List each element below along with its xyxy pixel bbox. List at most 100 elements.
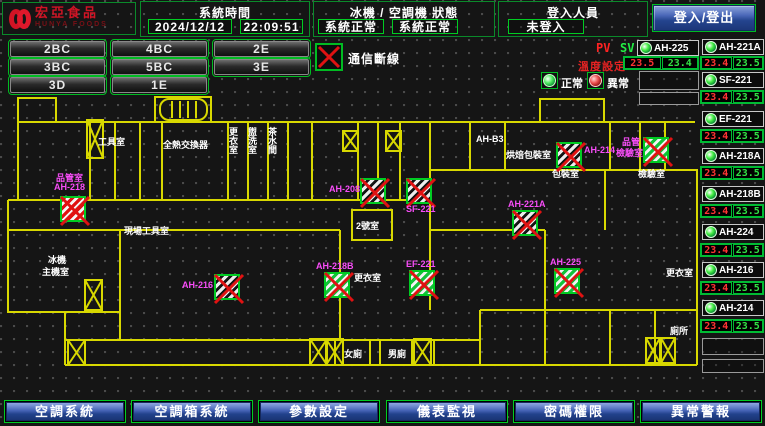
comm-loss-x-icon <box>510 208 544 242</box>
unit-name: AH-218A <box>719 151 761 162</box>
unit-button-sf221[interactable]: SF-221 <box>702 72 764 88</box>
ahu-status-value: 系統正常 <box>392 19 458 34</box>
unit-name: AH-214 <box>719 303 753 314</box>
room-label: 男廁 <box>388 348 406 359</box>
zone-button-2bc[interactable]: 2BC <box>10 41 105 57</box>
comm-loss-x-icon <box>554 140 588 174</box>
red-lamp-icon <box>589 74 602 87</box>
unit-name: AH-216 <box>719 265 753 276</box>
empty-slot <box>702 338 764 355</box>
unit-values-ah218b: 23.423.5 <box>700 204 764 218</box>
equipment-marker-ah208[interactable] <box>360 178 386 204</box>
pv-value: 23.4 <box>701 167 732 179</box>
unit-button-ah218a[interactable]: AH-218A <box>702 148 764 164</box>
room-label: 茶水間 <box>267 126 278 155</box>
marker-label: SF-221 <box>406 204 436 214</box>
sv-value: 23.4 <box>662 57 699 69</box>
pv-value: 23.5 <box>624 57 661 69</box>
pv-value: 23.4 <box>701 282 732 294</box>
nav-button-label: 參數設定 <box>260 402 378 421</box>
marker-label: AH-218B <box>316 261 354 271</box>
unit-values-ef221: 23.423.5 <box>700 129 764 143</box>
unit-button-ef221[interactable]: EF-221 <box>702 111 764 127</box>
unit-values-ah218a: 23.423.5 <box>700 166 764 180</box>
empty-slot <box>702 359 764 373</box>
equipment-marker-sf221[interactable] <box>406 178 432 204</box>
sv-value: 23.5 <box>733 130 764 142</box>
zone-button-1e[interactable]: 1E <box>112 77 207 93</box>
pv-value: 23.4 <box>701 205 732 217</box>
zone-button-2e[interactable]: 2E <box>214 41 309 57</box>
unit-values-ah216: 23.423.5 <box>700 281 764 295</box>
sv-value: 23.5 <box>733 244 764 256</box>
empty-slot <box>639 71 699 90</box>
room-label: 更衣室 <box>354 272 381 283</box>
pv-header: PV <box>596 41 610 55</box>
pv-value: 23.4 <box>701 244 732 256</box>
unit-button-ah224[interactable]: AH-224 <box>702 224 764 240</box>
nav-button-ahu-system[interactable]: 空調箱系統 <box>131 400 253 423</box>
equipment-marker-ah221a[interactable] <box>512 210 538 236</box>
green-lamp-icon <box>705 226 717 238</box>
unit-name: AH-218B <box>719 189 761 200</box>
equipment-marker-ah225[interactable] <box>554 268 580 294</box>
nav-button-parameters[interactable]: 參數設定 <box>258 400 380 423</box>
unit-button-ah225[interactable]: AH-225 <box>637 40 699 56</box>
login-logout-button[interactable]: 登入/登出 <box>652 4 756 32</box>
room-label: 女廁 <box>344 348 362 359</box>
comm-loss-x-icon <box>317 45 341 69</box>
equipment-marker-inspection[interactable] <box>643 137 669 163</box>
pv-value: 23.4 <box>701 57 732 69</box>
hmi-screen: 工具室 全熱交換器 更衣室 盥洗室 茶水間 AH-B3 烘焙包裝室 冰機 主機室… <box>0 0 765 426</box>
comm-loss-x-icon <box>552 266 586 300</box>
unit-button-ah214[interactable]: AH-214 <box>702 300 764 316</box>
zone-button-3e[interactable]: 3E <box>214 59 309 75</box>
chiller-status-value: 系統正常 <box>318 19 384 34</box>
sv-value: 23.5 <box>733 167 764 179</box>
nav-button-alarm[interactable]: 異常警報 <box>640 400 762 423</box>
marker-label: AH-218 <box>54 182 85 192</box>
equipment-marker-ah216[interactable] <box>214 274 240 300</box>
nav-button-label: 異常警報 <box>642 402 760 421</box>
zone-button-3d[interactable]: 3D <box>10 77 105 93</box>
logo-name-en: HUNYA FOODS <box>35 19 108 31</box>
room-label: 工具室 <box>98 136 125 147</box>
nav-button-label: 密碼權限 <box>515 402 633 421</box>
nav-button-ac-system[interactable]: 空調系統 <box>4 400 126 423</box>
nav-button-password[interactable]: 密碼權限 <box>513 400 635 423</box>
unit-name: EF-221 <box>719 114 752 125</box>
unit-button-ah218b[interactable]: AH-218B <box>702 186 764 202</box>
unit-values-ah225: 23.5 23.4 <box>623 56 699 70</box>
unit-name: AH-221A <box>719 42 761 53</box>
setpoint-label: 溫度設定 <box>578 58 626 74</box>
nav-button-meters[interactable]: 儀表監視 <box>386 400 508 423</box>
equipment-marker-ah214[interactable] <box>556 142 582 168</box>
unit-name: AH-225 <box>654 43 688 54</box>
zone-button-4bc[interactable]: 4BC <box>112 41 207 57</box>
nav-button-label: 空調系統 <box>6 402 124 421</box>
equipment-marker-ef221[interactable] <box>409 270 435 296</box>
room-label: 冰機 <box>48 254 66 265</box>
green-lamp-icon <box>640 42 652 54</box>
abnormal-lamp-box <box>587 72 604 89</box>
zone-button-3bc[interactable]: 3BC <box>10 59 105 75</box>
unit-values-ah221a: 23.423.5 <box>700 56 764 70</box>
zone-button-5bc[interactable]: 5BC <box>112 59 207 75</box>
comm-loss-x-icon <box>58 194 92 228</box>
green-lamp-icon <box>705 113 717 125</box>
comm-loss-x-icon <box>407 268 441 302</box>
unit-button-ah221a[interactable]: AH-221A <box>702 39 764 55</box>
room-label: 現場工具室 <box>124 225 169 236</box>
comm-loss-legend-label: 通信斷線 <box>348 50 400 67</box>
unit-name: SF-221 <box>719 75 752 86</box>
sv-value: 23.5 <box>733 282 764 294</box>
pv-value: 23.4 <box>701 320 732 332</box>
room-label: AH-B3 <box>476 134 504 144</box>
unit-button-ah216[interactable]: AH-216 <box>702 262 764 278</box>
abnormal-legend-label: 異常 <box>607 75 629 91</box>
room-label: 盥洗室 <box>247 126 257 154</box>
normal-legend-label: 正常 <box>561 75 583 91</box>
equipment-marker-ah218b[interactable] <box>324 272 350 298</box>
equipment-marker-ah218[interactable] <box>60 196 86 222</box>
marker-label: AH-208 <box>329 184 360 194</box>
